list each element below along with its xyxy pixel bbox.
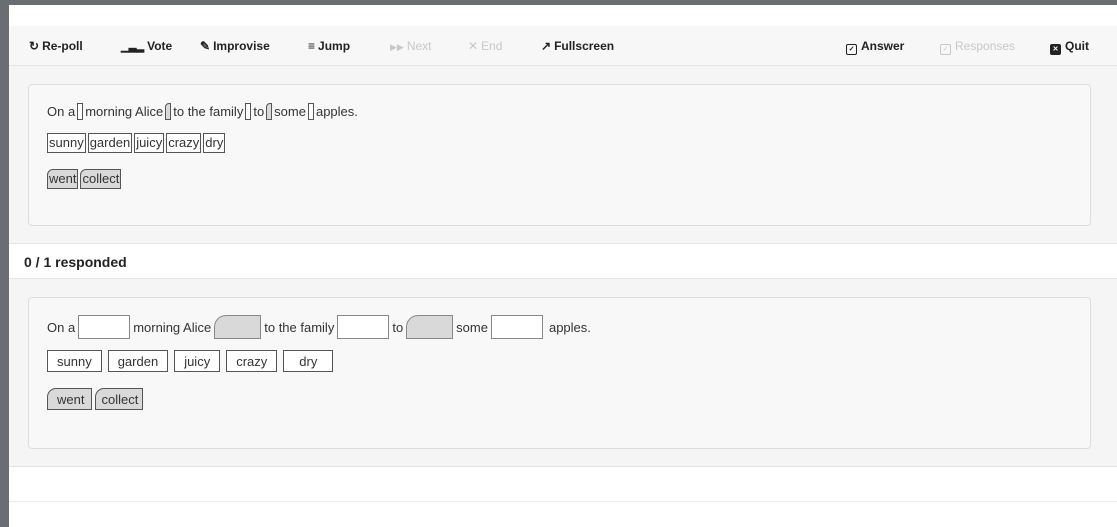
word-chip[interactable]: dry (283, 350, 334, 372)
sentence-part: to the family (173, 104, 244, 119)
responses-button[interactable]: ✓ Responses (940, 26, 1015, 66)
sentence-part: On a (47, 319, 76, 335)
blank-slot[interactable] (245, 103, 252, 120)
next-button[interactable]: ▶▶ Next (390, 26, 432, 66)
answer-label: Answer (861, 39, 905, 53)
responded-counter: 0 / 1 responded (9, 245, 1117, 279)
close-square-icon: ✕ (1050, 44, 1061, 55)
sentence-part: some (274, 104, 306, 119)
verb-blank-slot[interactable] (406, 315, 454, 339)
responses-label: Responses (955, 39, 1016, 53)
blank-slot[interactable] (490, 315, 543, 339)
question-preview-section: On a morning Alice to the family to some… (9, 66, 1117, 244)
jump-label: Jump (318, 39, 351, 53)
verb-chip[interactable]: collect (95, 388, 144, 410)
vote-button[interactable]: ▁▃▂ Vote (121, 26, 172, 66)
sentence-part: to (253, 104, 265, 119)
sentence-part: some (456, 319, 488, 335)
forward-icon: ▶▶ (390, 42, 404, 52)
improvise-label: Improvise (213, 39, 270, 53)
repoll-label: Re-poll (42, 39, 83, 53)
expand-icon: ↗ (541, 39, 552, 53)
sentence-line: On a morning Alice to the family to some… (47, 315, 591, 339)
blank-slot[interactable] (77, 103, 84, 120)
word-chip[interactable]: sunny (47, 133, 86, 153)
question-preview-card: On a morning Alice to the family to some… (28, 84, 1091, 226)
word-chip[interactable]: garden (87, 133, 133, 153)
quit-label: Quit (1065, 39, 1089, 53)
adjective-bank: sunny garden juicy crazy dry (47, 133, 227, 153)
repoll-button[interactable]: ↻ Re-poll (29, 26, 83, 66)
fullscreen-label: Fullscreen (554, 39, 615, 53)
end-button[interactable]: ✕ End (468, 26, 502, 66)
verb-blank-slot[interactable] (165, 103, 172, 120)
improvise-button[interactable]: ✎ Improvise (200, 26, 270, 66)
close-icon: ✕ (468, 39, 479, 53)
blank-slot[interactable] (307, 103, 314, 120)
verb-chip[interactable]: went (47, 169, 79, 189)
vote-label: Vote (147, 39, 173, 53)
footer-divider (9, 501, 1117, 502)
fullscreen-button[interactable]: ↗ Fullscreen (541, 26, 614, 66)
jump-button[interactable]: ≡ Jump (308, 26, 350, 66)
end-label: End (481, 39, 503, 53)
verb-bank: went collect (47, 388, 146, 410)
toolbar: ↻ Re-poll ▁▃▂ Vote ✎ Improvise ≡ Jump ▶▶ Next… (9, 26, 1117, 66)
list-icon: ≡ (308, 39, 316, 53)
sentence-part: morning Alice (85, 104, 164, 119)
verb-bank: went collect (47, 169, 123, 189)
word-chip[interactable]: crazy (226, 350, 278, 372)
bar-chart-icon: ▁▃▂ (121, 42, 145, 53)
verb-chip[interactable]: collect (80, 169, 122, 189)
quit-button[interactable]: ✕ Quit (1050, 26, 1089, 66)
blank-slot[interactable] (78, 315, 131, 339)
sentence-part: to the family (264, 319, 335, 335)
verb-chip[interactable]: went (47, 388, 93, 410)
answer-view-section: On a morning Alice to the family to some… (9, 279, 1117, 467)
word-chip[interactable]: juicy (134, 133, 165, 153)
word-chip[interactable]: garden (107, 350, 169, 372)
answer-view-card: On a morning Alice to the family to some… (28, 297, 1091, 449)
blank-slot[interactable] (337, 315, 390, 339)
verb-blank-slot[interactable] (214, 315, 262, 339)
edit-icon: ✎ (200, 39, 211, 53)
checkbox-icon: ✓ (940, 44, 951, 55)
sentence-part: apples. (548, 319, 591, 335)
sentence-part: On a (47, 104, 76, 119)
word-chip[interactable]: juicy (174, 350, 221, 372)
answer-button[interactable]: ✓ Answer (846, 26, 904, 66)
sentence-part: to (392, 319, 404, 335)
word-chip[interactable]: sunny (47, 350, 102, 372)
word-chip[interactable]: dry (203, 133, 226, 153)
sentence-part: morning Alice (133, 319, 212, 335)
word-chip[interactable]: crazy (166, 133, 202, 153)
sentence-part: apples. (315, 104, 358, 119)
checkbox-icon: ✓ (846, 44, 857, 55)
next-label: Next (406, 39, 432, 53)
sentence-line: On a morning Alice to the family to some… (47, 103, 358, 120)
verb-blank-slot[interactable] (266, 103, 273, 120)
adjective-bank: sunny garden juicy crazy dry (47, 350, 339, 372)
refresh-icon: ↻ (29, 39, 40, 53)
